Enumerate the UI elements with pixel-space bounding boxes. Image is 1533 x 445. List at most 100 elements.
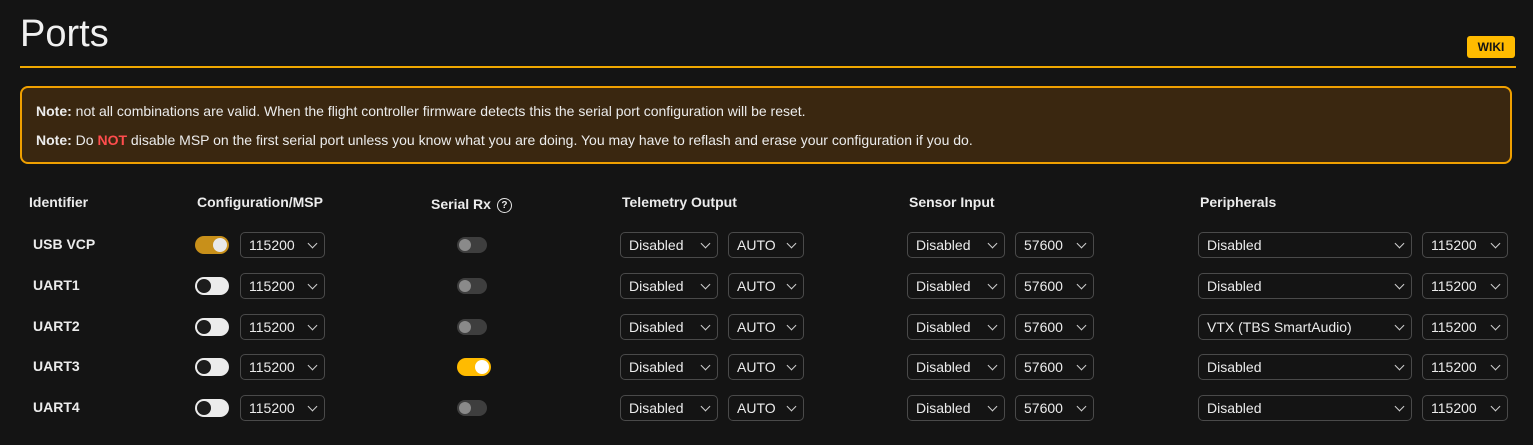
sensor-select[interactable]: Disabled <box>907 395 1005 421</box>
select-value: AUTO <box>737 237 776 253</box>
chevron-down-icon <box>1394 401 1405 412</box>
chevron-down-icon <box>700 279 711 290</box>
chevron-down-icon <box>307 401 318 412</box>
peripheral-select[interactable]: Disabled <box>1198 273 1412 299</box>
chevron-down-icon <box>1490 238 1501 249</box>
port-identifier: UART4 <box>33 399 80 415</box>
select-value: 115200 <box>249 400 295 416</box>
sensor-select[interactable]: Disabled <box>907 232 1005 258</box>
chevron-down-icon <box>1394 320 1405 331</box>
peripheral-select[interactable]: Disabled <box>1198 354 1412 380</box>
msp-toggle[interactable] <box>195 318 229 336</box>
select-value: 115200 <box>1431 278 1477 294</box>
note-label: Note: <box>36 103 72 119</box>
chevron-down-icon <box>987 401 998 412</box>
select-value: Disabled <box>629 237 684 253</box>
telemetry-select[interactable]: Disabled <box>620 314 718 340</box>
msp-toggle[interactable] <box>195 358 229 376</box>
telemetry-select[interactable]: Disabled <box>620 395 718 421</box>
serial-rx-label: Serial Rx <box>431 196 491 212</box>
peripheral-select[interactable]: Disabled <box>1198 232 1412 258</box>
serial-rx-toggle[interactable] <box>457 237 487 253</box>
toggle-knob <box>197 401 211 415</box>
toggle-knob <box>459 280 471 292</box>
wiki-button[interactable]: WIKI <box>1467 36 1515 58</box>
sensor-select[interactable]: Disabled <box>907 273 1005 299</box>
note-emphasis: NOT <box>97 132 128 148</box>
msp-baud-select[interactable]: 115200 <box>240 395 325 421</box>
select-value: Disabled <box>629 278 684 294</box>
chevron-down-icon <box>307 360 318 371</box>
port-identifier: UART3 <box>33 358 80 374</box>
msp-toggle[interactable] <box>195 277 229 295</box>
peripheral-baud-select[interactable]: 115200 <box>1422 232 1508 258</box>
select-value: VTX (TBS SmartAudio) <box>1207 319 1352 335</box>
sensor-baud-select[interactable]: 57600 <box>1015 354 1094 380</box>
chevron-down-icon <box>700 360 711 371</box>
select-value: 115200 <box>249 319 295 335</box>
note-label: Note: <box>36 132 72 148</box>
toggle-knob <box>197 279 211 293</box>
chevron-down-icon <box>1076 360 1087 371</box>
msp-baud-select[interactable]: 115200 <box>240 273 325 299</box>
chevron-down-icon <box>987 320 998 331</box>
serial-rx-toggle[interactable] <box>457 319 487 335</box>
peripheral-baud-select[interactable]: 115200 <box>1422 354 1508 380</box>
chevron-down-icon <box>786 320 797 331</box>
select-value: Disabled <box>629 359 684 375</box>
select-value: Disabled <box>1207 359 1262 375</box>
note-text: not all combinations are valid. When the… <box>71 103 806 119</box>
peripheral-select[interactable]: VTX (TBS SmartAudio) <box>1198 314 1412 340</box>
chevron-down-icon <box>700 401 711 412</box>
port-identifier: UART2 <box>33 318 80 334</box>
telemetry-select[interactable]: Disabled <box>620 232 718 258</box>
peripheral-baud-select[interactable]: 115200 <box>1422 314 1508 340</box>
telemetry-baud-select[interactable]: AUTO <box>728 314 804 340</box>
chevron-down-icon <box>1076 279 1087 290</box>
msp-baud-select[interactable]: 115200 <box>240 314 325 340</box>
help-icon[interactable]: ? <box>496 197 512 213</box>
select-value: AUTO <box>737 359 776 375</box>
note-line-2: Note: Do NOT disable MSP on the first se… <box>36 132 973 148</box>
sensor-select[interactable]: Disabled <box>907 354 1005 380</box>
chevron-down-icon <box>1394 360 1405 371</box>
chevron-down-icon <box>700 320 711 331</box>
col-header-sensor: Sensor Input <box>909 194 995 210</box>
select-value: 115200 <box>1431 237 1477 253</box>
chevron-down-icon <box>1076 320 1087 331</box>
telemetry-baud-select[interactable]: AUTO <box>728 395 804 421</box>
peripheral-select[interactable]: Disabled <box>1198 395 1412 421</box>
chevron-down-icon <box>1490 320 1501 331</box>
chevron-down-icon <box>1394 279 1405 290</box>
select-value: 115200 <box>1431 359 1477 375</box>
select-value: 115200 <box>1431 319 1477 335</box>
telemetry-select[interactable]: Disabled <box>620 273 718 299</box>
msp-toggle[interactable] <box>195 399 229 417</box>
sensor-select[interactable]: Disabled <box>907 314 1005 340</box>
sensor-baud-select[interactable]: 57600 <box>1015 314 1094 340</box>
toggle-knob <box>459 239 471 251</box>
telemetry-baud-select[interactable]: AUTO <box>728 354 804 380</box>
sensor-baud-select[interactable]: 57600 <box>1015 232 1094 258</box>
col-header-telemetry: Telemetry Output <box>622 194 737 210</box>
port-identifier: UART1 <box>33 277 80 293</box>
sensor-baud-select[interactable]: 57600 <box>1015 395 1094 421</box>
select-value: AUTO <box>737 400 776 416</box>
port-row: UART2 115200 Disabled AUTO Disabled 57600 VTX … <box>0 314 1533 340</box>
telemetry-select[interactable]: Disabled <box>620 354 718 380</box>
serial-rx-toggle[interactable] <box>457 400 487 416</box>
select-value: 57600 <box>1024 400 1063 416</box>
serial-rx-toggle[interactable] <box>457 358 491 376</box>
telemetry-baud-select[interactable]: AUTO <box>728 273 804 299</box>
msp-baud-select[interactable]: 115200 <box>240 354 325 380</box>
note-line-1: Note: not all combinations are valid. Wh… <box>36 103 806 119</box>
peripheral-baud-select[interactable]: 115200 <box>1422 273 1508 299</box>
sensor-baud-select[interactable]: 57600 <box>1015 273 1094 299</box>
peripheral-baud-select[interactable]: 115200 <box>1422 395 1508 421</box>
telemetry-baud-select[interactable]: AUTO <box>728 232 804 258</box>
col-header-peripherals: Peripherals <box>1200 194 1277 210</box>
msp-toggle[interactable] <box>195 236 229 254</box>
msp-baud-select[interactable]: 115200 <box>240 232 325 258</box>
serial-rx-toggle[interactable] <box>457 278 487 294</box>
select-value: 115200 <box>249 237 295 253</box>
